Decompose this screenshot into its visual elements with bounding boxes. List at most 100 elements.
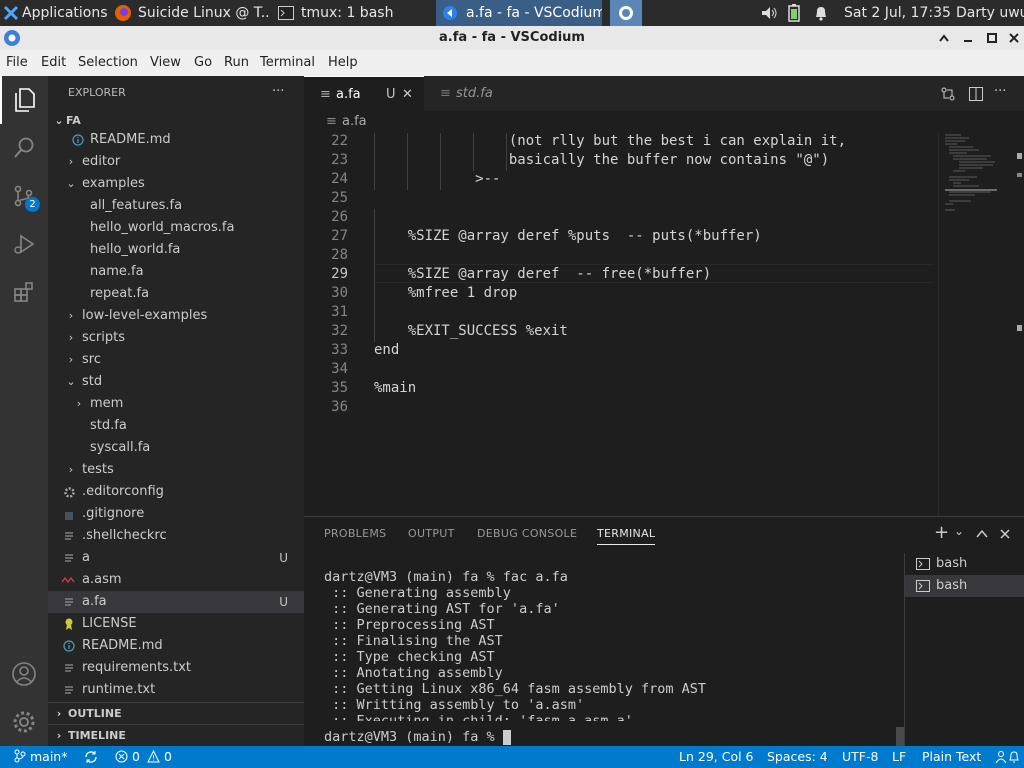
terminal-scrollbar[interactable] [896,727,904,747]
taskbar-item-terminal[interactable]: tmux: 1 bash [274,0,430,26]
tab-problems[interactable]: PROBLEMS [324,527,386,540]
chevron-down-icon[interactable]: ⌄ [954,524,964,538]
tree-item-std-fa[interactable]: std.fa [48,415,304,437]
git-file-icon [65,512,73,520]
applications-menu[interactable]: Applications [0,0,108,26]
new-terminal-icon[interactable]: + [934,522,949,543]
accounts-activity[interactable] [0,650,48,698]
notification-bell-icon[interactable] [813,5,829,21]
terminal-list-item[interactable]: bash [905,553,1024,575]
explorer-more-button[interactable]: ··· [272,84,284,99]
tree-item-syscall-fa[interactable]: syscall.fa [48,437,304,459]
tree-folder-mem[interactable]: › mem [48,393,304,415]
feedback-icon[interactable] [994,750,1008,764]
menu-edit[interactable]: Edit [41,55,66,70]
tree-item-a-fa[interactable]: a.fa U [48,591,304,613]
taskbar-item-vscodium-2[interactable] [610,0,642,26]
tab-a-fa[interactable]: ≡ a.fa U ✕ [304,76,424,111]
split-editor-icon[interactable] [968,86,984,102]
minimap[interactable] [938,133,1024,516]
tree-folder-src[interactable]: › src [48,349,304,371]
tab-output[interactable]: OUTPUT [408,527,455,540]
encoding-status[interactable]: UTF-8 [842,749,878,764]
tree-item-name[interactable]: name.fa [48,261,304,283]
tree-item-hello-world[interactable]: hello_world.fa [48,239,304,261]
terminal-list-item[interactable]: bash [905,575,1024,597]
close-icon[interactable] [1008,32,1020,44]
branch-status[interactable]: main* [14,749,67,764]
tree-item-runtime[interactable]: runtime.txt [48,679,304,701]
close-tab-icon[interactable]: ✕ [402,77,413,112]
menu-help[interactable]: Help [328,55,358,70]
tree-item-all-features[interactable]: all_features.fa [48,195,304,217]
code-area[interactable]: 22 (not rlly but the best i can explain … [304,133,934,516]
tree-folder-scripts[interactable]: › scripts [48,327,304,349]
sync-icon[interactable] [84,750,98,764]
search-icon [14,137,34,158]
tree-folder-tests[interactable]: › tests [48,459,304,481]
volume-icon[interactable] [760,5,778,21]
notifications-icon[interactable] [1008,750,1020,764]
eol-status[interactable]: LF [892,749,906,764]
tree-folder-examples[interactable]: ⌄ examples [48,173,304,195]
compare-changes-icon[interactable] [940,86,956,102]
taskbar-item-vscodium[interactable]: a.fa - fa - VSCodium [436,0,602,26]
tree-item-license[interactable]: LICENSE [48,613,304,635]
menu-view[interactable]: View [150,55,181,70]
tab-terminal[interactable]: TERMINAL [597,527,656,545]
untracked-badge: U [279,551,288,565]
cursor-position[interactable]: Ln 29, Col 6 [679,749,754,764]
tree-folder-editor[interactable]: › editor [48,151,304,173]
scm-badge: 2 [25,197,40,212]
indentation-status[interactable]: Spaces: 4 [767,749,828,764]
tree-item-readme-root[interactable]: README.md [48,635,304,657]
problems-status[interactable]: 00 [115,749,172,764]
line-number: 33 [331,342,348,358]
outline-section[interactable]: › OUTLINE [48,702,304,724]
source-control-activity[interactable]: 2 [0,172,48,220]
breadcrumb-file[interactable]: a.fa [342,111,367,133]
battery-icon[interactable] [788,4,800,22]
menu-go[interactable]: Go [194,55,212,70]
tree-item-repeat[interactable]: repeat.fa [48,283,304,305]
tab-std-fa[interactable]: ≡ std.fa [424,76,544,111]
tree-folder-std[interactable]: ⌄ std [48,371,304,393]
tree-item-editorconfig[interactable]: .editorconfig [48,481,304,503]
line-number: 26 [331,209,348,225]
menu-selection[interactable]: Selection [78,55,138,70]
taskbar-item-browser[interactable]: Suicide Linux @ T... [110,0,270,26]
search-activity[interactable] [0,124,48,172]
tree-item-a-asm[interactable]: a.asm [48,569,304,591]
manage-activity[interactable] [0,698,48,746]
terminal-line: :: Type checking AST [324,649,495,665]
menu-terminal[interactable]: Terminal [260,55,315,70]
timeline-section[interactable]: › TIMELINE [48,724,304,746]
extensions-activity[interactable] [0,268,48,316]
window-collapse-icon[interactable] [938,32,950,44]
tree-item-hello-world-macros[interactable]: hello_world_macros.fa [48,217,304,239]
maximize-icon[interactable] [986,32,998,44]
tree-item-a[interactable]: aU [48,547,304,569]
tree-folder-low-level-examples[interactable]: › low-level-examples [48,305,304,327]
tab-debug-console[interactable]: DEBUG CONSOLE [477,527,577,540]
window-titlebar[interactable]: a.fa - fa - VSCodium [0,26,1024,50]
explorer-sidebar: EXPLORER ··· ⌄ FA README.md › editor ⌄ exam… [48,76,304,746]
minimap-scrollbar[interactable] [1017,153,1022,383]
menu-file[interactable]: File [6,55,28,70]
terminal-line: :: Getting Linux x86_64 fasm assembly fr… [324,681,707,697]
menu-run[interactable]: Run [224,55,249,70]
tree-item-requirements[interactable]: requirements.txt [48,657,304,679]
tree-item-readme[interactable]: README.md [48,129,304,151]
maximize-panel-icon[interactable] [976,529,988,539]
run-debug-activity[interactable] [0,220,48,268]
terminal-output[interactable]: dartz@VM3 (main) fa % fac a.fa :: Genera… [324,569,904,747]
explorer-activity[interactable] [0,76,48,124]
minimize-icon[interactable] [962,32,974,44]
user-name[interactable]: Darty uwu [956,0,1024,26]
tree-item-gitignore[interactable]: .gitignore [48,503,304,525]
close-panel-icon[interactable] [1000,529,1010,539]
clock[interactable]: Sat 2 Jul, 17:35 [844,0,951,26]
language-mode[interactable]: Plain Text [922,749,981,764]
tree-item-shellcheckrc[interactable]: .shellcheckrc [48,525,304,547]
more-actions-icon[interactable]: ··· [994,84,1006,99]
